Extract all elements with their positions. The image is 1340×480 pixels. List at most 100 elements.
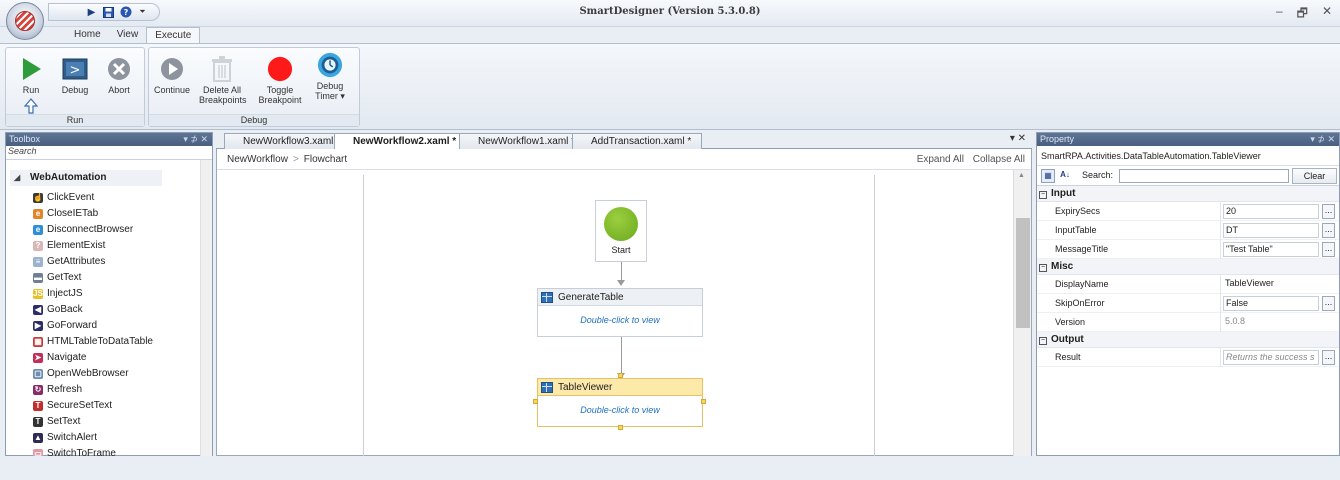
property-value-field[interactable]: False (1223, 296, 1319, 311)
toolbox-item[interactable]: ≡ GetAttributes (33, 254, 105, 269)
activity-generatetable[interactable]: GenerateTable Double-click to view (537, 288, 703, 337)
toggle-breakpoint-button[interactable]: Toggle Breakpoint (257, 52, 303, 105)
property-value-field[interactable]: TableViewer (1223, 277, 1319, 292)
connection-handle[interactable] (618, 373, 623, 378)
minimize-button[interactable]: – (1276, 4, 1283, 25)
tab-newworkflow3[interactable]: NewWorkflow3.xaml (224, 133, 345, 149)
toolbox-item[interactable]: e CloseIETab (33, 206, 98, 221)
ellipsis-button[interactable]: ... (1322, 204, 1335, 219)
toolbox-item[interactable]: ▲ SwitchAlert (33, 430, 97, 445)
ellipsis-button[interactable]: ... (1322, 350, 1335, 365)
tab-execute[interactable]: Execute (146, 27, 201, 44)
activity-hint: Double-click to view (580, 405, 660, 415)
continue-button[interactable]: Continue (149, 52, 195, 95)
window-controls: – 🗗 ✕ (1276, 4, 1332, 25)
toolbox-header-controls[interactable]: ▾ ⊅ ✕ (183, 133, 208, 146)
abort-button[interactable]: Abort (96, 52, 142, 95)
toolbox-item-label: HTMLTableToDataTable (47, 336, 153, 347)
collapse-all-button[interactable]: Collapse All (973, 154, 1025, 165)
application-menu-button[interactable] (6, 2, 44, 40)
tab-addtransaction[interactable]: AddTransaction.xaml * (572, 133, 703, 149)
document-tab-controls[interactable]: ▾ ✕ (1010, 133, 1026, 144)
timer-icon (317, 52, 343, 78)
debug-button[interactable]: > Debug (52, 52, 98, 95)
toolbox-search-input[interactable]: Search (6, 146, 212, 160)
svg-text:?: ? (123, 8, 128, 17)
connection-handle[interactable] (618, 425, 623, 430)
collapse-triangle-icon[interactable]: ◢ (14, 170, 20, 186)
toolbox-item[interactable]: ▶ GoForward (33, 318, 97, 333)
property-category[interactable]: − Output (1037, 332, 1339, 348)
collapse-minus-icon[interactable]: − (1039, 264, 1047, 272)
restore-button[interactable]: 🗗 (1297, 4, 1308, 25)
categorized-view-icon[interactable]: ▦ (1041, 169, 1055, 183)
property-category[interactable]: − Input (1037, 186, 1339, 202)
toolbox-item[interactable]: ▢ OpenWebBrowser (33, 366, 129, 381)
close-button[interactable]: ✕ (1322, 4, 1332, 25)
get-attributes-icon: ≡ (33, 256, 43, 267)
connection-handle[interactable] (533, 399, 538, 404)
toolbox-item[interactable]: ◀ GoBack (33, 302, 83, 317)
debug-timer-button[interactable]: Debug Timer ▾ (307, 48, 353, 101)
toolbox-item[interactable]: ➤ Navigate (33, 350, 86, 365)
ellipsis-button[interactable]: ... (1322, 296, 1335, 311)
activity-hint: Double-click to view (580, 315, 660, 325)
toolbox-item[interactable]: ▦ HTMLTableToDataTable (33, 334, 153, 349)
toolbox-item[interactable]: ↻ Refresh (33, 382, 82, 397)
property-divider (1220, 348, 1221, 367)
run-button[interactable]: Run (8, 52, 54, 95)
toolbox-item[interactable]: T SecureSetText (33, 398, 112, 413)
tab-newworkflow2[interactable]: NewWorkflow2.xaml * (334, 133, 468, 150)
toolbox-item[interactable]: ▭ SwitchToFrame (33, 446, 116, 456)
property-value-field[interactable]: 20 (1223, 204, 1319, 219)
qat-save-icon[interactable] (102, 6, 115, 19)
qat-customize-icon[interactable]: ⏷ (136, 6, 149, 19)
toolbox-item[interactable]: ☝ ClickEvent (33, 190, 94, 205)
toolbox-item[interactable]: e DisconnectBrowser (33, 222, 133, 237)
property-header-controls[interactable]: ▾ ⊅ ✕ (1310, 133, 1335, 146)
tab-home[interactable]: Home (66, 27, 109, 44)
breadcrumb-item-newworkflow[interactable]: NewWorkflow (227, 154, 288, 165)
delete-all-breakpoints-button[interactable]: Delete All Breakpoints (199, 52, 247, 105)
toolbox-item[interactable]: T SetText (33, 414, 80, 429)
connection-handle[interactable] (701, 399, 706, 404)
property-value-field[interactable]: Returns the success s (1223, 350, 1319, 365)
toolbox-category-webautomation[interactable]: ◢ WebAutomation (10, 170, 162, 186)
property-value-field[interactable]: "Test Table" (1223, 242, 1319, 257)
ellipsis-button[interactable]: ... (1322, 223, 1335, 238)
switch-alert-icon: ▲ (33, 432, 43, 443)
inject-js-icon: JS (33, 288, 43, 299)
breadcrumb-item-flowchart[interactable]: Flowchart (304, 154, 347, 165)
property-category[interactable]: − Misc (1037, 259, 1339, 275)
svg-text:>: > (70, 63, 81, 78)
scroll-up-icon[interactable]: ▲ (1018, 172, 1025, 179)
property-row: InputTable DT... (1037, 221, 1339, 240)
designer-scrollbar[interactable]: ▲ (1013, 170, 1031, 456)
activity-tableviewer[interactable]: TableViewer Double-click to view (537, 378, 703, 427)
expand-all-button[interactable]: Expand All (917, 154, 964, 165)
clear-button[interactable]: Clear (1292, 168, 1337, 184)
flowchart-start-node[interactable]: Start (595, 200, 647, 262)
property-search-input[interactable] (1119, 169, 1289, 183)
start-circle-icon (604, 207, 638, 241)
toolbox-item-label: GoForward (47, 320, 98, 331)
timer-label-1: Debug (316, 81, 344, 91)
ribbon-group-run-label: Run (6, 114, 144, 126)
sort-alphabetical-icon[interactable]: A↓ (1058, 169, 1072, 183)
property-row: Result Returns the success s... (1037, 348, 1339, 367)
qat-play-icon[interactable]: ▶ (85, 6, 98, 19)
collapse-minus-icon[interactable]: − (1039, 337, 1047, 345)
toolbox-item[interactable]: ? ElementExist (33, 238, 105, 253)
tab-newworkflow1[interactable]: NewWorkflow1.xaml * (459, 133, 587, 149)
ellipsis-button[interactable]: ... (1322, 242, 1335, 257)
collapse-minus-icon[interactable]: − (1039, 191, 1047, 199)
toolbox-item[interactable]: JS InjectJS (33, 286, 83, 301)
toolbox-scrollbar[interactable] (200, 160, 212, 456)
qat-help-icon[interactable]: ? (119, 6, 132, 19)
toolbox-item[interactable]: ▬ GetText (33, 270, 81, 285)
tab-view[interactable]: View (109, 27, 147, 44)
scrollbar-thumb[interactable] (1016, 218, 1030, 328)
abort-icon (106, 56, 132, 82)
property-value-field[interactable]: DT (1223, 223, 1319, 238)
property-toolbar: ▦ A↓ Search: Clear (1037, 166, 1339, 186)
